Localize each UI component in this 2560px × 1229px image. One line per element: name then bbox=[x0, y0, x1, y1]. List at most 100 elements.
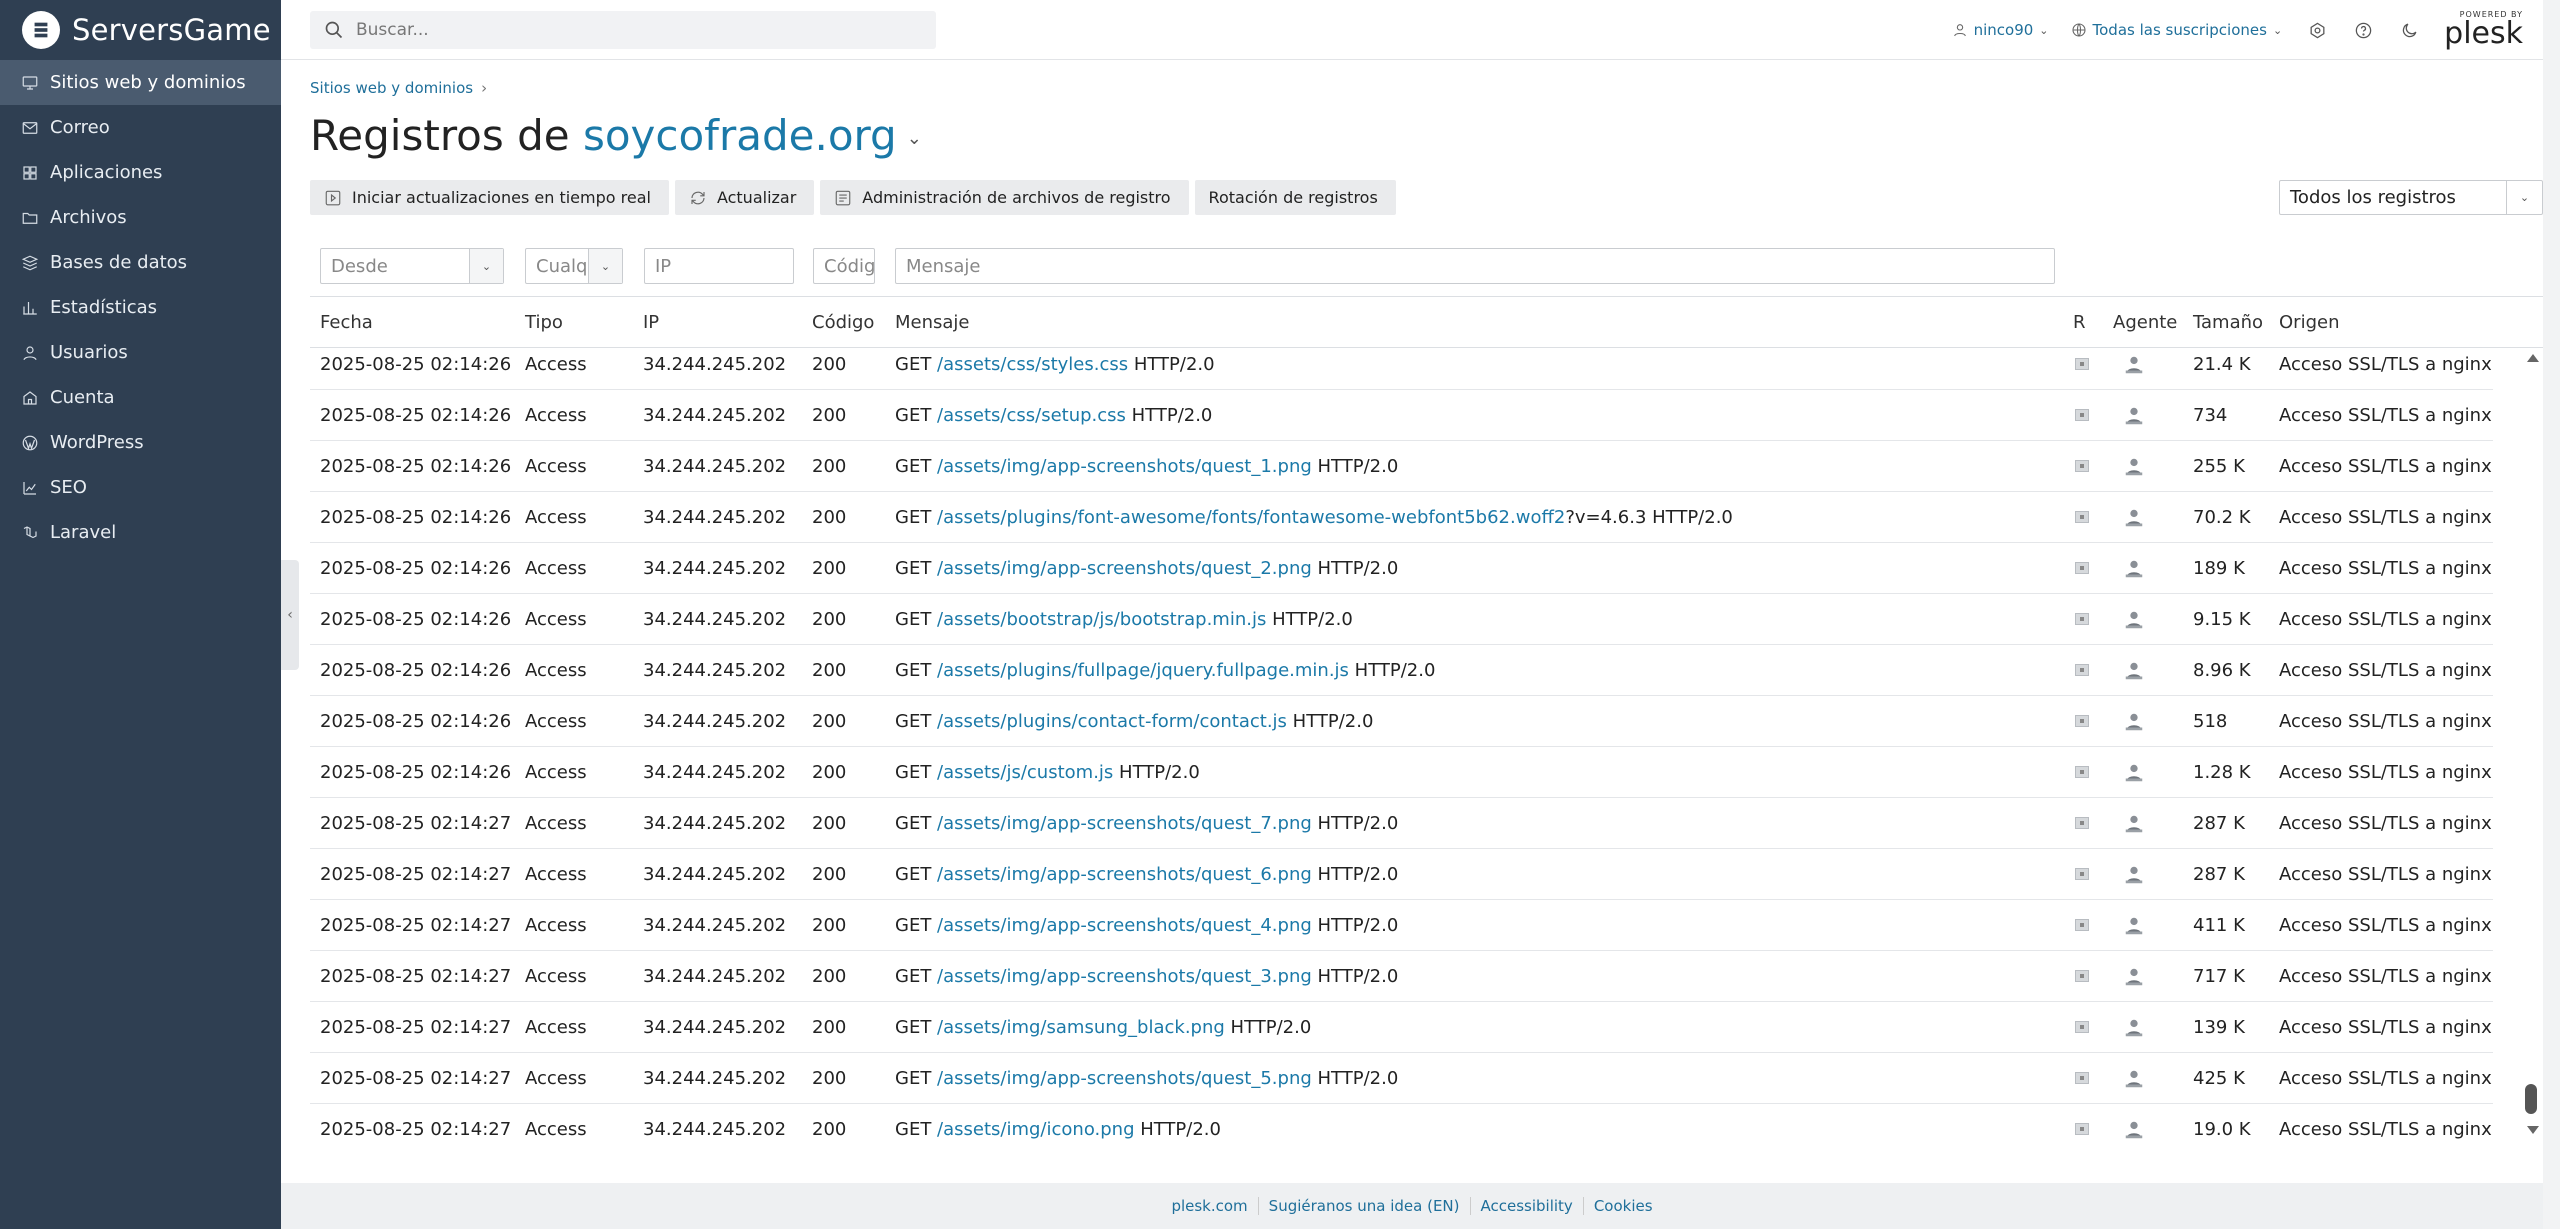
breadcrumb-link[interactable]: Sitios web y dominios bbox=[310, 79, 473, 97]
sidebar-item-aplicaciones[interactable]: Aplicaciones bbox=[0, 150, 281, 195]
table-row[interactable]: 2025-08-25 02:14:26 Access 34.244.245.202 2… bbox=[310, 594, 2493, 645]
referrer-icon[interactable] bbox=[2075, 1123, 2089, 1135]
sidebar-item-wordpress[interactable]: WordPress bbox=[0, 420, 281, 465]
header-r[interactable]: R bbox=[2073, 312, 2086, 333]
message-path-link[interactable]: /assets/img/app-screenshots/quest_7.png bbox=[937, 813, 1312, 834]
agent-icon[interactable] bbox=[2123, 609, 2145, 631]
agent-icon[interactable] bbox=[2123, 1017, 2145, 1039]
header-type[interactable]: Tipo bbox=[525, 312, 563, 333]
footer-link-plesk[interactable]: plesk.com bbox=[1161, 1197, 1257, 1215]
referrer-icon[interactable] bbox=[2075, 409, 2089, 421]
footer-link-idea[interactable]: Sugiéranos una idea (EN) bbox=[1257, 1197, 1470, 1215]
filter-message[interactable]: Mensaje bbox=[895, 248, 2055, 284]
subscriptions-menu[interactable]: Todas las suscripciones ⌄ bbox=[2071, 21, 2282, 39]
agent-icon[interactable] bbox=[2123, 456, 2145, 478]
referrer-icon[interactable] bbox=[2075, 970, 2089, 982]
search-box[interactable] bbox=[310, 11, 936, 49]
help-icon[interactable] bbox=[2352, 19, 2374, 41]
referrer-icon[interactable] bbox=[2075, 919, 2089, 931]
brand[interactable]: ServersGame bbox=[0, 0, 281, 60]
message-path-link[interactable]: /assets/img/icono.png bbox=[937, 1119, 1134, 1140]
header-agent[interactable]: Agente bbox=[2113, 312, 2177, 333]
referrer-icon[interactable] bbox=[2075, 766, 2089, 778]
referrer-icon[interactable] bbox=[2075, 664, 2089, 676]
table-row[interactable]: 2025-08-25 02:14:27 Access 34.244.245.202 2… bbox=[310, 849, 2493, 900]
sidebar-item-seo[interactable]: SEO bbox=[0, 465, 281, 510]
chevron-down-icon[interactable]: ⌄ bbox=[907, 128, 922, 149]
filter-from[interactable]: Desde ⌄ bbox=[320, 248, 504, 284]
referrer-icon[interactable] bbox=[2075, 562, 2089, 574]
table-row[interactable]: 2025-08-25 02:14:27 Access 34.244.245.202 2… bbox=[310, 1002, 2493, 1053]
refresh-button[interactable]: Actualizar bbox=[674, 180, 815, 215]
footer-link-cookies[interactable]: Cookies bbox=[1582, 1197, 1663, 1215]
referrer-icon[interactable] bbox=[2075, 817, 2089, 829]
table-row[interactable]: 2025-08-25 02:14:26 Access 34.244.245.202 2… bbox=[310, 696, 2493, 747]
table-scrollbar[interactable] bbox=[2521, 348, 2543, 1152]
message-path-link[interactable]: /assets/img/app-screenshots/quest_1.png bbox=[937, 456, 1312, 477]
message-path-link[interactable]: /assets/plugins/font-awesome/fonts/fonta… bbox=[937, 507, 1565, 528]
footer-link-accessibility[interactable]: Accessibility bbox=[1469, 1197, 1583, 1215]
referrer-icon[interactable] bbox=[2075, 868, 2089, 880]
table-row[interactable]: 2025-08-25 02:14:26 Access 34.244.245.202 2… bbox=[310, 348, 2493, 390]
message-path-link[interactable]: /assets/img/app-screenshots/quest_2.png bbox=[937, 558, 1312, 579]
referrer-icon[interactable] bbox=[2075, 1072, 2089, 1084]
referrer-icon[interactable] bbox=[2075, 358, 2089, 370]
log-type-select[interactable]: Todos los registros ⌄ bbox=[2279, 180, 2543, 215]
message-path-link[interactable]: /assets/img/samsung_black.png bbox=[937, 1017, 1225, 1038]
referrer-icon[interactable] bbox=[2075, 460, 2089, 472]
sidebar-item-archivos[interactable]: Archivos bbox=[0, 195, 281, 240]
agent-icon[interactable] bbox=[2123, 915, 2145, 937]
header-code[interactable]: Código bbox=[812, 312, 874, 333]
page-title-domain[interactable]: soycofrade.org bbox=[583, 111, 897, 160]
scrollbar-thumb[interactable] bbox=[2525, 1084, 2537, 1114]
message-path-link[interactable]: /assets/js/custom.js bbox=[937, 762, 1113, 783]
table-row[interactable]: 2025-08-25 02:14:26 Access 34.244.245.202 2… bbox=[310, 645, 2493, 696]
referrer-icon[interactable] bbox=[2075, 613, 2089, 625]
table-row[interactable]: 2025-08-25 02:14:27 Access 34.244.245.202 2… bbox=[310, 798, 2493, 849]
scroll-up-icon[interactable] bbox=[2527, 354, 2539, 362]
sidebar-item-estad-sticas[interactable]: Estadísticas bbox=[0, 285, 281, 330]
agent-icon[interactable] bbox=[2123, 813, 2145, 835]
message-path-link[interactable]: /assets/css/styles.css bbox=[937, 354, 1128, 375]
message-path-link[interactable]: /assets/img/app-screenshots/quest_5.png bbox=[937, 1068, 1312, 1089]
agent-icon[interactable] bbox=[2123, 762, 2145, 784]
table-row[interactable]: 2025-08-25 02:14:26 Access 34.244.245.202 2… bbox=[310, 492, 2493, 543]
message-path-link[interactable]: /assets/img/app-screenshots/quest_4.png bbox=[937, 915, 1312, 936]
sidebar-collapse-button[interactable]: ‹ bbox=[281, 560, 299, 670]
sidebar-item-correo[interactable]: Correo bbox=[0, 105, 281, 150]
agent-icon[interactable] bbox=[2123, 1119, 2145, 1141]
sidebar-item-bases-de-datos[interactable]: Bases de datos bbox=[0, 240, 281, 285]
header-ip[interactable]: IP bbox=[643, 312, 659, 333]
agent-icon[interactable] bbox=[2123, 405, 2145, 427]
agent-icon[interactable] bbox=[2123, 354, 2145, 376]
realtime-updates-button[interactable]: Iniciar actualizaciones en tiempo real bbox=[310, 180, 669, 215]
moon-icon[interactable] bbox=[2398, 19, 2420, 41]
sidebar-item-laravel[interactable]: Laravel bbox=[0, 510, 281, 555]
agent-icon[interactable] bbox=[2123, 507, 2145, 529]
table-row[interactable]: 2025-08-25 02:14:27 Access 34.244.245.202 2… bbox=[310, 1104, 2493, 1152]
table-row[interactable]: 2025-08-25 02:14:27 Access 34.244.245.202 2… bbox=[310, 900, 2493, 951]
filter-type[interactable]: Cualq ⌄ bbox=[525, 248, 623, 284]
user-menu[interactable]: ninco90 ⌄ bbox=[1952, 21, 2049, 39]
message-path-link[interactable]: /assets/plugins/contact-form/contact.js bbox=[937, 711, 1287, 732]
referrer-icon[interactable] bbox=[2075, 1021, 2089, 1033]
filter-code[interactable]: Códig bbox=[813, 248, 875, 284]
header-size[interactable]: Tamaño bbox=[2193, 312, 2263, 333]
search-input[interactable] bbox=[356, 20, 916, 40]
log-files-button[interactable]: Administración de archivos de registro bbox=[820, 180, 1189, 215]
filter-ip[interactable]: IP bbox=[644, 248, 794, 284]
message-path-link[interactable]: /assets/bootstrap/js/bootstrap.min.js bbox=[937, 609, 1266, 630]
table-row[interactable]: 2025-08-25 02:14:27 Access 34.244.245.202 2… bbox=[310, 1053, 2493, 1104]
table-row[interactable]: 2025-08-25 02:14:26 Access 34.244.245.202 2… bbox=[310, 747, 2493, 798]
agent-icon[interactable] bbox=[2123, 1068, 2145, 1090]
referrer-icon[interactable] bbox=[2075, 511, 2089, 523]
header-message[interactable]: Mensaje bbox=[895, 312, 970, 333]
agent-icon[interactable] bbox=[2123, 660, 2145, 682]
table-row[interactable]: 2025-08-25 02:14:26 Access 34.244.245.202 2… bbox=[310, 390, 2493, 441]
sidebar-item-sitios-web-y-dominios[interactable]: Sitios web y dominios bbox=[0, 60, 281, 105]
scroll-down-icon[interactable] bbox=[2527, 1126, 2539, 1134]
table-row[interactable]: 2025-08-25 02:14:27 Access 34.244.245.202 2… bbox=[310, 951, 2493, 1002]
log-rotation-button[interactable]: Rotación de registros bbox=[1194, 180, 1396, 215]
sidebar-item-usuarios[interactable]: Usuarios bbox=[0, 330, 281, 375]
agent-icon[interactable] bbox=[2123, 864, 2145, 886]
